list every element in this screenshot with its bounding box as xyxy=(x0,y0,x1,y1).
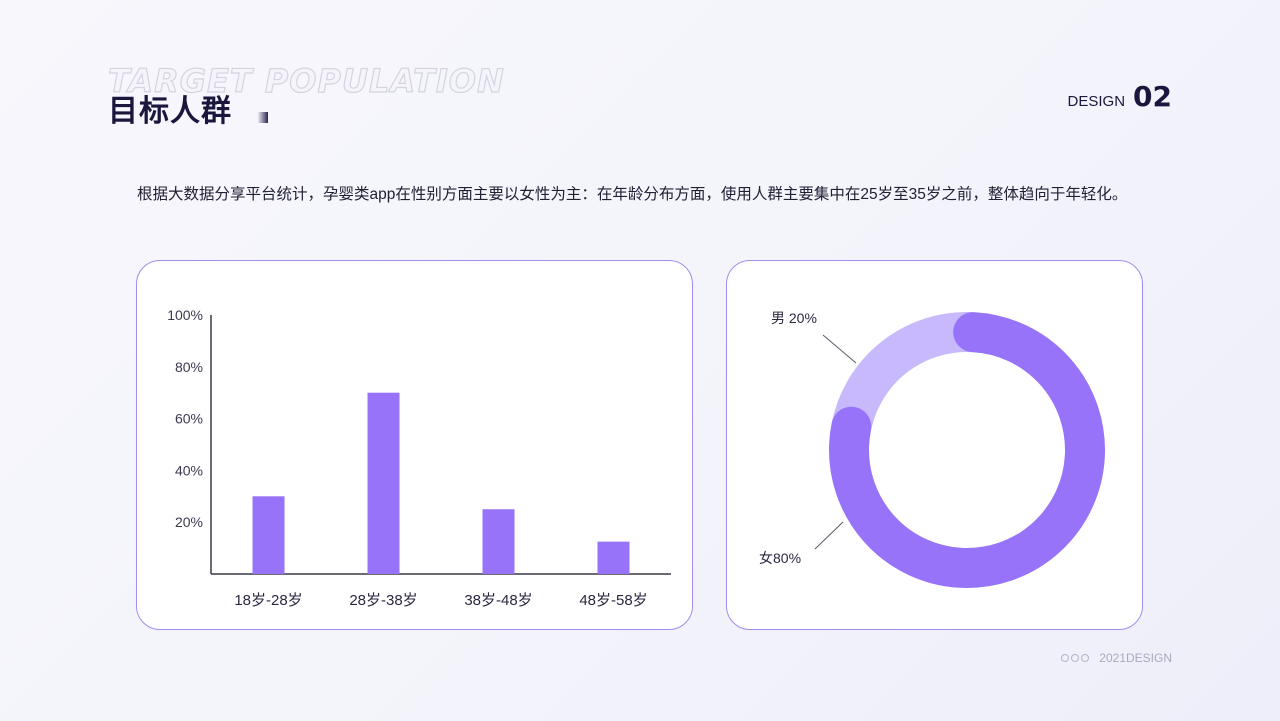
design-word: DESIGN xyxy=(1067,93,1126,110)
bar-chart: 20% 40% 60% 80% 100% 18岁-28岁 28岁-38岁 38岁-48岁 48岁… xyxy=(167,307,671,609)
footer: 2021DESIGN xyxy=(1061,651,1172,665)
bar xyxy=(482,509,515,574)
bar xyxy=(367,392,400,574)
donut-chart: 男 20% 女80% xyxy=(759,310,1105,588)
x-tick-label: 28岁-38岁 xyxy=(349,592,417,609)
description-text: 根据大数据分享平台统计，孕婴类app在性别方面主要以女性为主：在年龄分布方面，使… xyxy=(137,186,1128,203)
y-tick-label: 100% xyxy=(167,307,203,323)
footer-dots xyxy=(1061,654,1090,662)
title-accent-mark xyxy=(257,112,268,123)
y-tick-label: 20% xyxy=(175,514,203,530)
bar-chart-card: 20% 40% 60% 80% 100% 18岁-28岁 28岁-38岁 38岁-48岁 48岁… xyxy=(136,260,693,630)
footer-text: 2021DESIGN xyxy=(1099,651,1172,665)
slice-label: 男 20% xyxy=(771,310,817,326)
y-tick-label: 40% xyxy=(175,462,203,478)
bar xyxy=(597,541,630,574)
circle-icon xyxy=(1061,654,1070,662)
y-tick-label: 60% xyxy=(175,411,203,427)
x-tick-label: 38岁-48岁 xyxy=(464,592,532,609)
donut-chart-card: 男 20% 女80% xyxy=(726,260,1143,630)
circle-icon xyxy=(1081,654,1090,662)
design-number: 02 xyxy=(1133,80,1172,113)
bar xyxy=(252,496,285,574)
x-tick-label: 48岁-58岁 xyxy=(579,592,647,609)
donut-slice xyxy=(829,312,1105,588)
design-label: DESIGN 02 xyxy=(1068,80,1172,113)
slice-label: 女80% xyxy=(759,550,801,566)
leader-line xyxy=(814,521,844,550)
page-title: 目标人群 xyxy=(108,94,232,129)
circle-icon xyxy=(1071,654,1080,662)
x-tick-label: 18岁-28岁 xyxy=(234,592,302,609)
leader-line xyxy=(822,334,857,364)
y-tick-label: 80% xyxy=(175,359,203,375)
